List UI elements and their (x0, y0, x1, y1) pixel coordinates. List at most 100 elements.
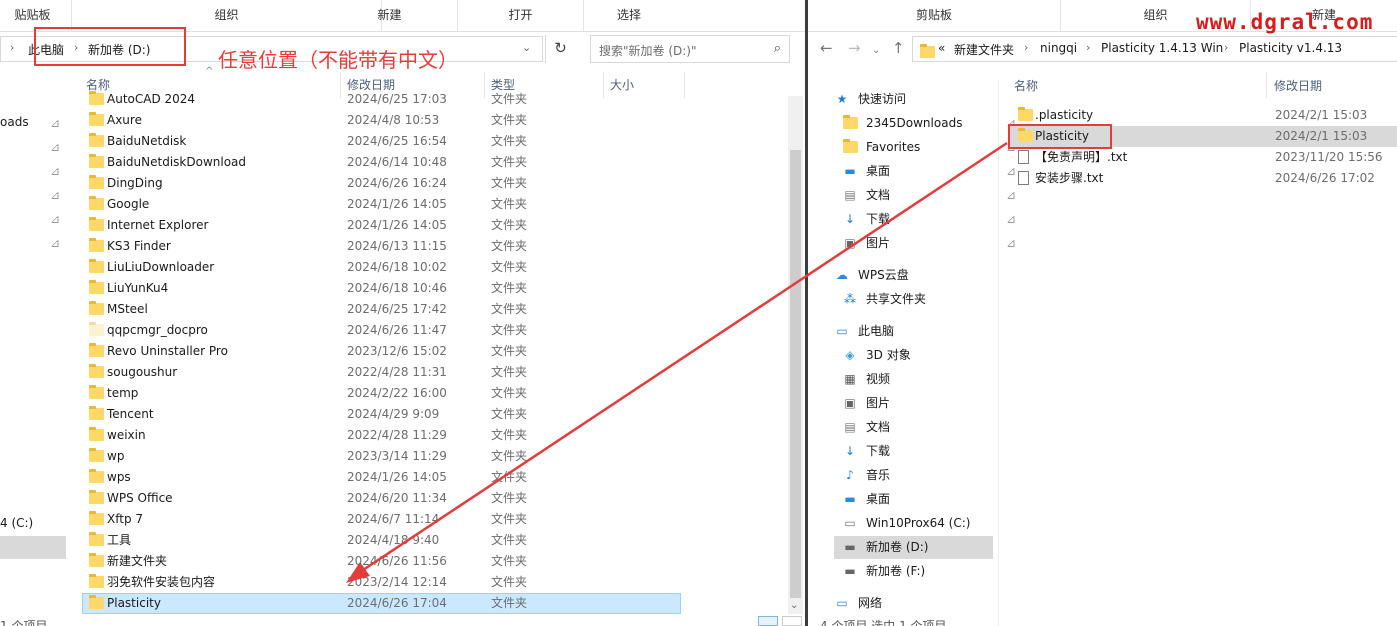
column-header-date[interactable]: 修改日期 (1274, 75, 1322, 97)
details-view-icon[interactable] (758, 616, 778, 626)
folder-icon (89, 301, 104, 315)
nav-network[interactable]: ▭ 网络 (834, 591, 998, 615)
file-row[interactable]: WPS Office 2024/6/20 11:34 文件夹 (86, 488, 681, 509)
nav-item-drive-c[interactable]: ▭ Win10Prox64 (C:) (842, 511, 998, 535)
back-icon[interactable]: ← (820, 41, 833, 56)
search-input[interactable]: 搜索"新加卷 (D:)" ⌕ (590, 35, 790, 63)
file-row[interactable]: AutoCAD 2024 2024/6/25 17:03 文件夹 (86, 89, 681, 110)
scrollbar-thumb[interactable] (790, 150, 801, 598)
scroll-down-icon[interactable]: ⌄ (790, 600, 798, 611)
file-row[interactable]: Revo Uninstaller Pro 2023/12/6 15:02 文件夹 (86, 341, 681, 362)
ribbon-open-group[interactable]: 打开 (458, 0, 584, 31)
file-row[interactable]: DingDing 2024/6/26 16:24 文件夹 (86, 173, 681, 194)
file-type: 文件夹 (491, 281, 528, 295)
nav-label: WPS云盘 (858, 268, 909, 282)
picture-icon: ▣ (844, 396, 856, 410)
file-name: .plasticity (1035, 108, 1094, 122)
nav-item-desktop-pc[interactable]: ▬ 桌面 (842, 487, 998, 511)
nav-item-downloads[interactable]: oads (0, 115, 29, 129)
file-row[interactable]: Xftp 7 2024/6/7 11:14 文件夹 (86, 509, 681, 530)
file-row[interactable]: BaiduNetdisk 2024/6/25 16:54 文件夹 (86, 131, 681, 152)
nav-this-pc[interactable]: ▭ 此电脑 (834, 319, 998, 343)
chevron-down-icon[interactable]: ⌄ (522, 41, 531, 54)
breadcrumb-new-folder[interactable]: 新建文件夹 (954, 41, 1014, 58)
nav-item-music[interactable]: ♪ 音乐 (842, 463, 998, 487)
nav-item-videos[interactable]: ▦ 视频 (842, 367, 998, 391)
file-row[interactable]: qqpcmgr_docpro 2024/6/26 11:47 文件夹 (86, 320, 681, 341)
file-row[interactable]: Axure 2024/4/8 10:53 文件夹 (86, 110, 681, 131)
text-file-icon (1018, 171, 1029, 185)
chevron-down-icon[interactable]: ⌄ (872, 44, 880, 58)
nav-label: 此电脑 (858, 324, 895, 338)
ribbon-new-group[interactable]: 新建 (322, 0, 458, 31)
breadcrumb-plasticity-win[interactable]: Plasticity 1.4.13 Win (1101, 41, 1223, 55)
file-row[interactable]: LiuLiuDownloader 2024/6/18 10:02 文件夹 (86, 257, 681, 278)
file-row[interactable]: wps 2024/1/26 14:05 文件夹 (86, 467, 681, 488)
nav-quick-access[interactable]: ★ 快速访问 (834, 87, 998, 111)
nav-item-downloads-pc[interactable]: ↓ 下载 (842, 439, 998, 463)
breadcrumb-overflow[interactable]: « (938, 41, 945, 55)
column-header-name[interactable]: 名称 (1014, 75, 1038, 97)
nav-item-drive-d[interactable]: ▬ 新加卷 (D:) (842, 535, 998, 559)
drive-icon: ▬ (844, 564, 856, 578)
file-type: 文件夹 (491, 197, 528, 211)
up-icon[interactable]: ↑ (892, 41, 905, 56)
file-row[interactable]: 羽免软件安装包内容 2023/2/14 12:14 文件夹 (86, 572, 681, 593)
nav-label: 桌面 (866, 492, 891, 506)
file-row[interactable]: sougoushur 2022/4/28 11:31 文件夹 (86, 362, 681, 383)
file-row[interactable]: .plasticity 2024/2/1 15:03 (1014, 105, 1394, 126)
nav-item-documents[interactable]: ▤ 文档 ⊿ (842, 183, 1016, 207)
file-date: 2024/2/22 16:00 (347, 386, 447, 400)
file-row[interactable]: LiuYunKu4 2024/6/18 10:46 文件夹 (86, 278, 681, 299)
ribbon-select-group[interactable]: 选择 (584, 0, 674, 31)
annotation-box-plasticity (1008, 124, 1112, 149)
file-row[interactable]: Plasticity 2024/6/26 17:04 文件夹 (86, 593, 681, 614)
nav-label: 2345Downloads (866, 116, 963, 130)
breadcrumb-ningqi[interactable]: ningqi (1040, 41, 1077, 55)
file-row[interactable]: 新建文件夹 2024/6/26 11:56 文件夹 (86, 551, 681, 572)
file-row[interactable]: Google 2024/1/26 14:05 文件夹 (86, 194, 681, 215)
breadcrumb-plasticity-v[interactable]: Plasticity v1.4.13 (1239, 41, 1342, 55)
file-row[interactable]: 【免责声明】.txt 2023/11/20 15:56 (1014, 147, 1394, 168)
file-name: sougoushur (107, 365, 178, 379)
file-row[interactable]: 工具 2024/4/18 9:40 文件夹 (86, 530, 681, 551)
file-row[interactable]: wp 2023/3/14 11:29 文件夹 (86, 446, 681, 467)
file-date: 2022/4/28 11:29 (347, 428, 447, 442)
file-row[interactable]: temp 2024/2/22 16:00 文件夹 (86, 383, 681, 404)
file-name: DingDing (107, 176, 163, 190)
file-name: Google (107, 197, 150, 211)
file-row[interactable]: BaiduNetdiskDownload 2024/6/14 10:48 文件夹 (86, 152, 681, 173)
right-address-bar[interactable]: ← → ⌄ ↑ « 新建文件夹 › ningqi › Plasticity 1.… (808, 32, 1397, 65)
nav-item-pictures[interactable]: ▣ 图片 ⊿ (842, 231, 1016, 255)
nav-item-downloads[interactable]: ↓ 下载 ⊿ (842, 207, 1016, 231)
file-row[interactable]: 安装步骤.txt 2024/6/26 17:02 (1014, 168, 1394, 189)
file-row[interactable]: Internet Explorer 2024/1/26 14:05 文件夹 (86, 215, 681, 236)
folder-icon (89, 490, 104, 504)
nav-item-documents-pc[interactable]: ▤ 文档 (842, 415, 998, 439)
nav-shared-folder[interactable]: ⁂ 共享文件夹 (842, 287, 998, 311)
nav-label: 文档 (866, 420, 891, 434)
file-row[interactable]: KS3 Finder 2024/6/13 11:15 文件夹 (86, 236, 681, 257)
file-type: 文件夹 (491, 533, 528, 547)
file-name: 【免责声明】.txt (1035, 150, 1128, 164)
folder-icon (89, 364, 104, 378)
file-row[interactable]: Tencent 2024/4/29 9:09 文件夹 (86, 404, 681, 425)
ribbon-clipboard-group[interactable]: 剪贴板 (808, 0, 1061, 31)
large-icons-view-icon[interactable] (782, 616, 802, 626)
watermark: www.dgral.com (1196, 10, 1374, 34)
file-row[interactable]: weixin 2022/4/28 11:29 文件夹 (86, 425, 681, 446)
refresh-button[interactable]: ↻ (545, 35, 575, 63)
nav-item-3d-objects[interactable]: ◈ 3D 对象 (842, 343, 998, 367)
forward-icon[interactable]: → (848, 41, 861, 56)
nav-item-drive-c[interactable]: 4 (C:) (0, 516, 33, 530)
nav-item-favorites[interactable]: Favorites ⊿ (842, 135, 1016, 159)
nav-item-pictures-pc[interactable]: ▣ 图片 (842, 391, 998, 415)
nav-item-2345downloads[interactable]: 2345Downloads ⊿ (842, 111, 1016, 135)
file-row[interactable]: MSteel 2024/6/25 17:42 文件夹 (86, 299, 681, 320)
nav-item-selected[interactable] (0, 536, 66, 559)
nav-item-desktop[interactable]: ▬ 桌面 ⊿ (842, 159, 1016, 183)
nav-item-drive-f[interactable]: ▬ 新加卷 (F:) (842, 559, 998, 583)
chevron-right-icon: › (10, 41, 15, 54)
file-type: 文件夹 (491, 491, 528, 505)
nav-wps-cloud[interactable]: ☁ WPS云盘 (834, 263, 998, 287)
